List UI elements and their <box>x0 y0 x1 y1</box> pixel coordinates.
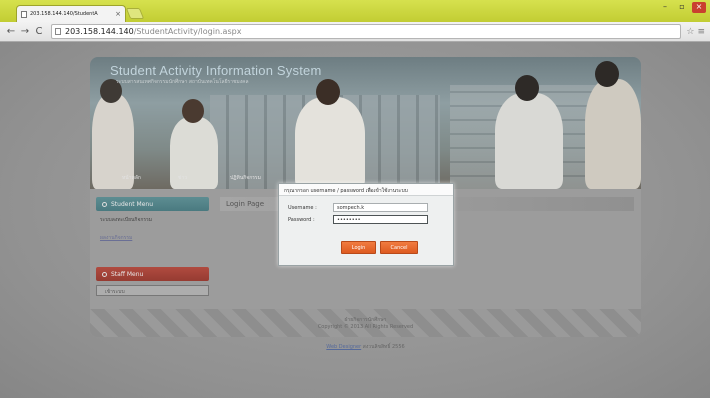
credit-line: Web Designer สงวนลิขสิทธิ์ 2556 <box>90 343 641 351</box>
student-menu-header[interactable]: Student Menu <box>96 197 209 211</box>
new-tab-button[interactable] <box>125 8 145 19</box>
password-label: Password : <box>288 216 315 223</box>
site-banner: Student Activity Information System ระบบ… <box>90 57 641 189</box>
footer-org: ฝ่ายกิจการนักศึกษา <box>344 317 387 323</box>
login-dialog: กรุณากรอก username / password เพื่อเข้าใ… <box>278 183 454 266</box>
window-controls: – ▫ × <box>658 2 706 13</box>
sidebar-link-activity-results[interactable]: ผลงานกิจกรรม <box>96 229 209 247</box>
sidebar: Student Menu ระบบลงทะเบียนกิจกรรม ผลงานก… <box>96 197 209 296</box>
username-input[interactable] <box>333 203 428 212</box>
close-window-icon[interactable]: × <box>692 2 706 13</box>
cancel-button[interactable]: Cancel <box>380 241 418 254</box>
password-row: Password : <box>288 215 428 224</box>
site-subtitle: ระบบสารสนเทศกิจกรรมนักศึกษา สถาบันเทคโนโ… <box>116 79 249 85</box>
site-title: Student Activity Information System <box>110 63 322 78</box>
credit-text: สงวนลิขสิทธิ์ 2556 <box>362 344 405 350</box>
banner-person-image <box>585 79 641 189</box>
tab-title: 203.158.144.140/StudentA <box>30 11 98 17</box>
tab-close-icon[interactable]: × <box>115 10 125 18</box>
banner-person-head <box>595 61 619 87</box>
staff-menu-label: Staff Menu <box>111 270 144 278</box>
circle-bullet-icon <box>102 271 107 277</box>
staff-menu-header[interactable]: Staff Menu <box>96 267 209 281</box>
star-icon[interactable]: ☆ <box>686 27 694 37</box>
banner-person-image <box>295 97 365 189</box>
banner-person-image <box>495 93 563 189</box>
login-button[interactable]: Login <box>341 241 376 254</box>
username-label: Username : <box>288 204 317 211</box>
credit-link[interactable]: Web Designer <box>326 344 361 350</box>
page-icon <box>55 28 61 35</box>
username-row: Username : <box>288 203 428 212</box>
banner-nav-home[interactable]: หน้าหลัก <box>122 174 141 182</box>
password-input[interactable] <box>333 215 428 224</box>
menu-icon[interactable]: ≡ <box>697 27 705 37</box>
login-instruction: กรุณากรอก username / password เพื่อเข้าใ… <box>279 184 453 196</box>
browser-nav-bar: ← → C 203.158.144.140 /StudentActivity/l… <box>0 22 710 42</box>
address-bar[interactable]: 203.158.144.140 /StudentActivity/login.a… <box>51 24 681 39</box>
page-icon <box>21 10 27 18</box>
reload-icon[interactable]: C <box>32 26 46 37</box>
maximize-icon[interactable]: ▫ <box>675 2 689 13</box>
back-icon[interactable]: ← <box>4 26 18 37</box>
browser-tab-bar: 203.158.144.140/StudentA × – ▫ × <box>0 0 710 22</box>
circle-bullet-icon <box>102 201 107 207</box>
student-menu-label: Student Menu <box>111 200 153 208</box>
footer-copyright: Copyright © 2013 All Rights Reserved <box>317 324 414 330</box>
site-footer: ฝ่ายกิจการนักศึกษา Copyright © 2013 All … <box>90 309 641 337</box>
minimize-icon[interactable]: – <box>658 2 672 13</box>
url-path: /StudentActivity/login.aspx <box>133 27 242 36</box>
forward-icon[interactable]: → <box>18 26 32 37</box>
url-host: 203.158.144.140 <box>65 27 134 36</box>
browser-tab[interactable]: 203.158.144.140/StudentA × <box>16 5 126 22</box>
sidebar-link-activity-register[interactable]: ระบบลงทะเบียนกิจกรรม <box>96 211 209 229</box>
staff-login-link[interactable]: เข้าระบบ <box>96 285 209 296</box>
banner-person-head <box>182 99 204 123</box>
banner-person-head <box>316 79 340 105</box>
banner-nav-news[interactable]: ข่าว <box>178 174 187 182</box>
banner-nav-calendar[interactable]: ปฏิทินกิจกรรม <box>230 174 261 182</box>
banner-person-head <box>515 75 539 101</box>
